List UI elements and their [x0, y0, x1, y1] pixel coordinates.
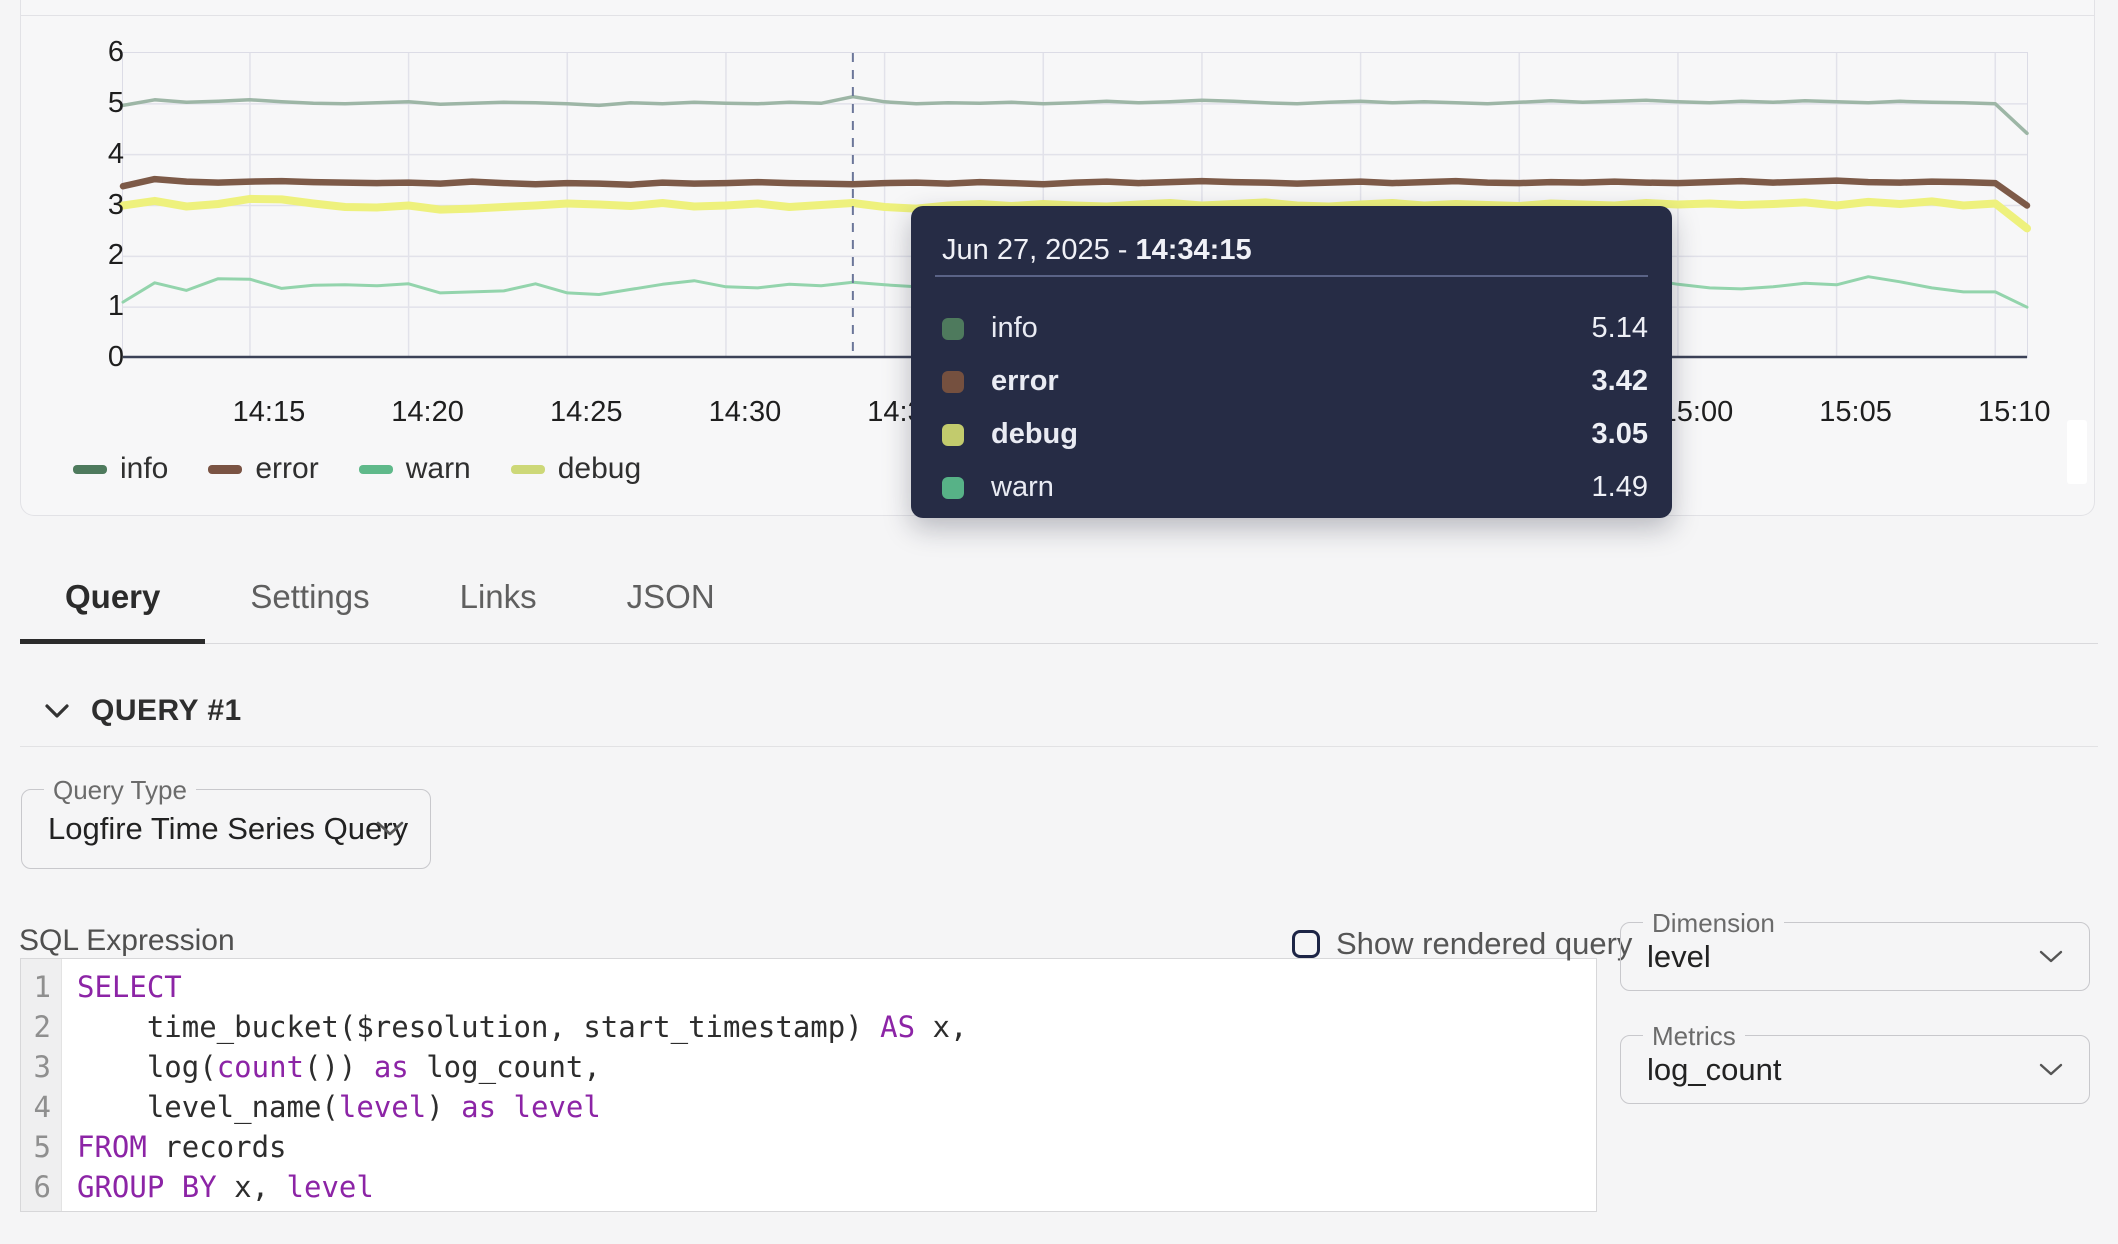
- chevron-down-icon[interactable]: [45, 704, 69, 718]
- show-rendered-query-checkbox[interactable]: Show rendered query: [1292, 926, 1632, 962]
- y-tick-label: 0: [64, 343, 124, 372]
- y-tick-label: 2: [64, 241, 124, 270]
- y-tick-label: 4: [64, 140, 124, 169]
- x-tick-label: 14:30: [685, 396, 805, 429]
- chevron-down-icon: [2039, 950, 2063, 964]
- code-line: 4 level_name(level) as level: [21, 1087, 1596, 1127]
- line-number: 4: [21, 1087, 51, 1127]
- legend-swatch: [359, 465, 393, 474]
- x-tick-label: 14:20: [368, 396, 488, 429]
- legend-item-error[interactable]: error: [208, 452, 318, 486]
- tooltip-series-value: 3.05: [1592, 418, 1648, 451]
- panel-header-divider: [21, 15, 2094, 16]
- tooltip-swatch: [942, 318, 964, 340]
- y-tick-label: 3: [64, 191, 124, 220]
- tooltip-rows: info 5.14 error 3.42 debug 3.05 warn 1.49: [942, 302, 1648, 514]
- query-type-value: Logfire Time Series Query: [48, 811, 408, 847]
- tooltip-series-name: warn: [991, 471, 1054, 504]
- tooltip-row-debug: debug 3.05: [942, 408, 1648, 461]
- tooltip-swatch: [942, 424, 964, 446]
- line-number: 1: [21, 967, 51, 1007]
- tab-json[interactable]: JSON: [582, 560, 760, 644]
- tooltip-series-value: 5.14: [1592, 312, 1648, 345]
- scrollbar-thumb[interactable]: [2067, 420, 2087, 484]
- legend-swatch: [208, 465, 242, 474]
- legend-label: debug: [558, 452, 641, 486]
- legend-swatch: [511, 465, 545, 474]
- dimension-select[interactable]: Dimension level: [1620, 922, 2090, 991]
- legend-item-warn[interactable]: warn: [359, 452, 471, 486]
- legend-label: warn: [406, 452, 471, 486]
- query-section-title: QUERY #1: [91, 694, 242, 728]
- legend-item-debug[interactable]: debug: [511, 452, 641, 486]
- query-type-select[interactable]: Query Type Logfire Time Series Query: [21, 789, 431, 869]
- tooltip-swatch: [942, 477, 964, 499]
- tooltip-row-warn: warn 1.49: [942, 461, 1648, 514]
- metrics-label: Metrics: [1643, 1021, 1745, 1052]
- legend-swatch: [73, 465, 107, 474]
- dimension-value: level: [1647, 939, 1711, 975]
- sql-code-editor[interactable]: 1SELECT2 time_bucket($resolution, start_…: [20, 958, 1597, 1212]
- line-number: 5: [21, 1127, 51, 1167]
- tooltip-series-name: info: [991, 312, 1038, 345]
- code-line: 2 time_bucket($resolution, start_timesta…: [21, 1007, 1596, 1047]
- x-tick-label: 15:10: [1954, 396, 2074, 429]
- line-number: 2: [21, 1007, 51, 1047]
- tooltip-series-value: 1.49: [1592, 471, 1648, 504]
- dimension-label: Dimension: [1643, 908, 1784, 939]
- tooltip-timestamp: Jun 27, 2025 - 14:34:15: [942, 234, 1252, 267]
- code-line: 3 log(count()) as log_count,: [21, 1047, 1596, 1087]
- tooltip-series-name: debug: [991, 418, 1078, 451]
- tooltip-swatch: [942, 371, 964, 393]
- tooltip-row-error: error 3.42: [942, 355, 1648, 408]
- checkbox-box[interactable]: [1292, 930, 1320, 958]
- metrics-value: log_count: [1647, 1052, 1781, 1088]
- checkbox-label: Show rendered query: [1336, 926, 1632, 962]
- tooltip-divider: [935, 275, 1648, 277]
- tooltip-row-info: info 5.14: [942, 302, 1648, 355]
- metrics-select[interactable]: Metrics log_count: [1620, 1035, 2090, 1104]
- tooltip-series-name: error: [991, 365, 1059, 398]
- tooltip-series-value: 3.42: [1592, 365, 1648, 398]
- chart-tooltip: Jun 27, 2025 - 14:34:15 info 5.14 error 3.4…: [911, 206, 1672, 518]
- tab-settings[interactable]: Settings: [205, 560, 414, 644]
- tab-bar: QuerySettingsLinksJSON: [20, 560, 760, 644]
- chevron-down-icon: [2039, 1063, 2063, 1077]
- code-line: 5FROM records: [21, 1127, 1596, 1167]
- legend-label: error: [255, 452, 318, 486]
- y-tick-label: 6: [64, 38, 124, 67]
- x-tick-label: 14:15: [209, 396, 329, 429]
- code-line: 6GROUP BY x, level: [21, 1167, 1596, 1207]
- y-tick-label: 1: [64, 292, 124, 321]
- code-line: 1SELECT: [21, 967, 1596, 1007]
- tab-links[interactable]: Links: [415, 560, 582, 644]
- y-tick-label: 5: [64, 89, 124, 118]
- x-tick-label: 14:25: [526, 396, 646, 429]
- chart-legend: info error warn debug: [73, 452, 641, 486]
- section-divider: [20, 746, 2098, 747]
- x-tick-label: 15:05: [1796, 396, 1916, 429]
- query-type-label: Query Type: [44, 775, 196, 806]
- line-number: 3: [21, 1047, 51, 1087]
- legend-label: info: [120, 452, 168, 486]
- chevron-down-icon: [376, 821, 404, 837]
- line-number: 6: [21, 1167, 51, 1207]
- legend-item-info[interactable]: info: [73, 452, 168, 486]
- sql-expression-label: SQL Expression: [19, 924, 235, 958]
- editor-code-lines: 1SELECT2 time_bucket($resolution, start_…: [21, 967, 1596, 1207]
- tab-query[interactable]: Query: [20, 560, 205, 644]
